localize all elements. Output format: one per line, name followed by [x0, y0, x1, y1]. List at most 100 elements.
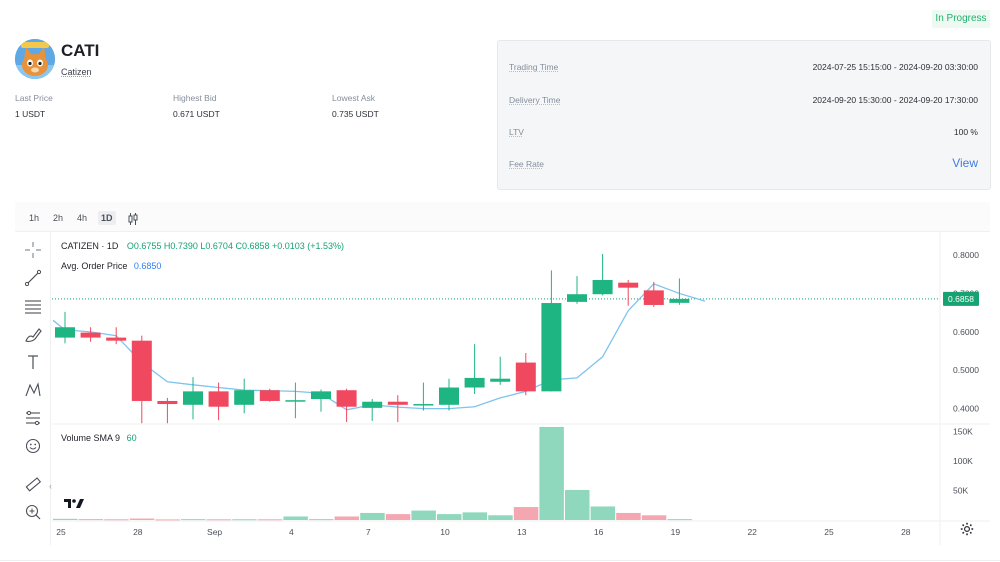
candle-body — [157, 400, 178, 405]
legend-volume-value: 60 — [126, 433, 137, 443]
candle — [490, 356, 511, 385]
status-badge: In Progress — [932, 10, 990, 28]
candle — [618, 280, 639, 306]
price-axis-tick-label: 0.8000 — [953, 250, 979, 260]
legend-avg-value: 0.6850 — [133, 261, 162, 271]
volume-bar — [53, 518, 78, 520]
candle — [567, 276, 587, 304]
candle-body — [515, 362, 536, 392]
delivery-time-value: 2024-09-20 15:30:00 - 2024-09-20 17:30:0… — [812, 95, 978, 105]
legend-avg-label: Avg. Order Price — [61, 261, 128, 271]
volume-bar — [104, 519, 129, 521]
volume-bar — [667, 519, 692, 521]
token-symbol: CATI — [61, 41, 100, 60]
volume-bar — [539, 426, 564, 520]
volume-bar — [565, 489, 590, 520]
candle — [541, 270, 562, 392]
legend-title: CATIZEN · 1D — [61, 241, 119, 251]
candle — [515, 352, 536, 396]
candle-body — [362, 401, 383, 408]
candle-body — [669, 298, 690, 303]
volume-bar — [385, 514, 411, 520]
market-stats: Last Price 1 USDT Highest Bid 0.671 USDT… — [15, 93, 485, 123]
time-axis-tick-label: Sep — [207, 527, 222, 537]
candle — [362, 399, 383, 421]
candle — [80, 327, 101, 342]
info-row-ltv: LTV 100 % — [509, 127, 978, 141]
last-price-tag-label: 0.6858 — [948, 294, 974, 304]
candle-body — [387, 401, 408, 405]
legend-symbol-row: CATIZEN · 1D O0.6755 H0.7390 L0.6704 C0.… — [61, 241, 344, 251]
info-row-trading-time: Trading Time 2024-07-25 15:15:00 - 2024-… — [509, 62, 978, 76]
stat-lowest-ask: Lowest Ask 0.735 USDT — [332, 93, 379, 119]
candle — [55, 311, 75, 344]
volume-bar — [257, 519, 283, 521]
stat-value: 1 USDT — [15, 109, 46, 119]
candle-body — [285, 400, 306, 402]
candlestick-chart-canvas[interactable]: 0.80000.70000.60000.50000.4000150K100K50… — [15, 202, 990, 545]
candle-body — [55, 327, 75, 338]
volume-bar — [616, 512, 641, 520]
time-axis-tick-label: 19 — [671, 527, 681, 537]
candle-body — [80, 332, 101, 338]
token-avatar — [15, 39, 55, 79]
ltv-value: 100 % — [953, 127, 978, 137]
candle-body — [592, 280, 613, 295]
candle — [285, 382, 306, 419]
volume-bar — [437, 514, 462, 520]
price-axis-tick-label: 0.6000 — [953, 327, 979, 337]
chart-settings-gear-icon[interactable] — [960, 522, 974, 536]
candle-body — [234, 390, 255, 405]
volume-bar — [590, 506, 616, 520]
candle-body — [413, 404, 434, 406]
volume-bar — [232, 519, 257, 521]
trading-time-value: 2024-07-25 15:15:00 - 2024-09-20 03:30:0… — [812, 62, 978, 72]
candle — [439, 378, 459, 411]
candle — [643, 281, 664, 307]
candle-body — [643, 290, 664, 305]
info-row-delivery-time: Delivery Time 2024-09-20 15:30:00 - 2024… — [509, 95, 978, 109]
volume-bar — [283, 516, 308, 520]
stat-value: 0.735 USDT — [332, 109, 379, 119]
time-axis-tick-label: 28 — [901, 527, 911, 537]
volume-bar — [129, 518, 155, 520]
token-name-link[interactable]: Catizen — [61, 67, 92, 77]
delivery-time-label[interactable]: Delivery Time — [509, 95, 560, 105]
stat-label: Highest Bid — [173, 93, 217, 103]
contract-info-panel: Trading Time 2024-07-25 15:15:00 - 2024-… — [497, 40, 991, 190]
collapse-toolbar-arrow-icon[interactable]: ‹ — [49, 479, 57, 493]
stat-value: 0.671 USDT — [173, 109, 220, 119]
fee-rate-view-link[interactable]: View — [952, 156, 978, 170]
candle-body — [208, 391, 229, 407]
candle-body — [336, 390, 357, 407]
candle-body — [106, 337, 127, 341]
legend-avg-row: Avg. Order Price 0.6850 — [61, 261, 161, 271]
candle — [592, 253, 613, 296]
time-axis-tick-label: 10 — [440, 527, 450, 537]
candle-body — [183, 391, 203, 405]
trading-time-label[interactable]: Trading Time — [509, 62, 558, 72]
info-row-fee-rate: Fee Rate View — [509, 156, 978, 173]
candle — [259, 388, 280, 402]
tradingview-logo-icon[interactable] — [63, 496, 85, 510]
fee-rate-label[interactable]: Fee Rate — [509, 159, 544, 169]
time-axis-tick-label: 4 — [289, 527, 294, 537]
candle-body — [439, 387, 459, 405]
volume-bar — [155, 519, 180, 521]
price-axis-tick-label: 0.5000 — [953, 365, 979, 375]
stat-label: Last Price — [15, 93, 53, 103]
candle — [669, 278, 690, 305]
candle — [234, 378, 255, 414]
ltv-label[interactable]: LTV — [509, 127, 524, 137]
volume-bar — [78, 519, 104, 521]
legend-ohlc: O0.6755 H0.7390 L0.6704 C0.6858 +0.0103 … — [126, 241, 345, 251]
volume-bar — [334, 516, 360, 520]
volume-bar — [206, 519, 232, 521]
volume-bar — [462, 512, 488, 520]
volume-bar — [181, 519, 206, 521]
candle — [131, 335, 152, 424]
candle-body — [131, 340, 152, 401]
candle — [311, 389, 331, 412]
candle — [106, 327, 127, 345]
time-axis-tick-label: 28 — [133, 527, 143, 537]
